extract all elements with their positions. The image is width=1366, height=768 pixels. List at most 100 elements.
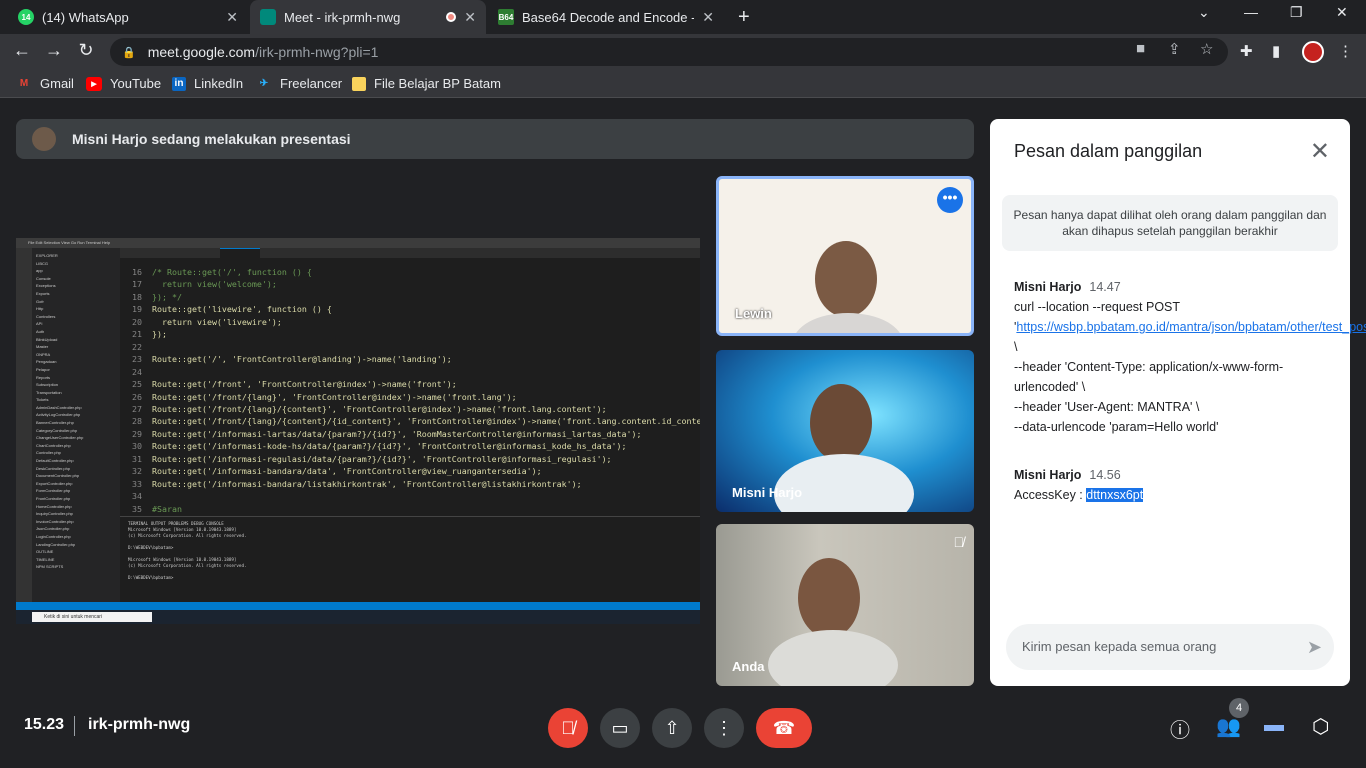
bookmark-label: Gmail <box>40 76 74 91</box>
explorer-item: JsonController.php <box>36 526 70 532</box>
leave-call-button[interactable]: ☎ <box>756 708 812 748</box>
participant-tile-lewin[interactable]: ••• Lewin <box>716 176 974 336</box>
chat-input[interactable]: Kirim pesan kepada semua orang <box>1006 624 1334 670</box>
participant-shoulders <box>774 454 914 512</box>
url-path: /irk-prmh-nwg?pli=1 <box>255 44 379 60</box>
line-number: 31 <box>132 453 142 464</box>
explorer-item: Exports <box>36 290 50 296</box>
send-icon[interactable]: ➤ <box>1307 637 1322 658</box>
message-line: \ <box>1014 340 1018 354</box>
more-options-button[interactable]: ⋮ <box>704 708 744 748</box>
message-link[interactable]: https://wsbp.bpbatam.go.id/mantra/json/b… <box>1016 320 1366 334</box>
explorer-item: HomeController.php <box>36 503 72 509</box>
camera-toggle-button[interactable]: ▭ <box>600 708 640 748</box>
b64-icon: B64 <box>498 9 514 25</box>
line-number: 20 <box>132 316 142 327</box>
extensions-icon[interactable]: ✚ <box>1240 42 1253 60</box>
explorer-item: Controller.php <box>36 450 61 456</box>
hang-up-icon: ☎ <box>772 717 796 738</box>
code-text: Route::get('/front/{lang}/{content}/{id_… <box>152 416 700 427</box>
code-text: Route::get('/front', 'FrontController@in… <box>152 379 457 390</box>
minimize-button[interactable]: — <box>1244 4 1258 20</box>
chat-button[interactable]: ▬ <box>1264 714 1284 737</box>
code-line: 20 return view('livewire'); <box>120 316 700 328</box>
menu-icon[interactable]: ⋮ <box>1338 42 1353 60</box>
address-bar[interactable]: 🔒 meet.google.com/irk-prmh-nwg?pli=1 <box>110 38 1228 66</box>
explorer-item: InquiryController.php <box>36 511 73 517</box>
people-icon: 👥 <box>1216 716 1241 738</box>
explorer-item: Tickets <box>36 397 49 403</box>
line-number: 28 <box>132 416 142 427</box>
explorer-item: LandingController.php <box>36 541 76 547</box>
meeting-info-button[interactable]: ⓘ <box>1170 714 1190 743</box>
code-line: 28 Route::get('/front/{lang}/{content}/{i… <box>120 415 700 427</box>
present-button[interactable]: ⇧ <box>652 708 692 748</box>
side-panel-icon[interactable]: ▮ <box>1272 42 1280 60</box>
forward-button[interactable]: → <box>42 40 66 61</box>
participant-tile-anda[interactable]: 🎙̸ Anda <box>716 524 974 686</box>
mic-off-icon: 🎙̸ <box>953 534 965 550</box>
bookmark-gmail[interactable]: M Gmail <box>16 76 74 91</box>
close-tab-icon[interactable]: ✕ <box>702 9 714 26</box>
code-line: 19 Route::get('livewire', function () { <box>120 303 700 315</box>
camera-indicator-icon[interactable]: ■ <box>1136 40 1145 57</box>
close-icon[interactable]: ✕ <box>1310 137 1330 166</box>
code-text: Route::get('/', 'FrontController@landing… <box>152 354 452 365</box>
new-tab-button[interactable]: + <box>738 6 750 29</box>
explorer-item: DefaultController.php <box>36 458 74 464</box>
explorer-item: DeskController.php <box>36 465 71 471</box>
youtube-icon: ▶ <box>86 76 102 91</box>
profile-avatar[interactable] <box>1302 41 1324 63</box>
reload-button[interactable]: ↻ <box>74 40 98 61</box>
whatsapp-icon: 14 <box>18 9 34 25</box>
code-line: 26 Route::get('/front/{lang}', 'FrontCont… <box>120 391 700 403</box>
explorer-item: LoginController.php <box>36 533 71 539</box>
message-line: AccessKey : <box>1014 488 1087 502</box>
participant-name: Lewin <box>735 306 772 321</box>
share-icon[interactable]: ⇪ <box>1168 40 1181 58</box>
bookmark-freelancer[interactable]: ✈ Freelancer <box>256 76 342 91</box>
restore-button[interactable]: ❐ <box>1290 4 1303 21</box>
present-screen-icon: ⇧ <box>664 717 680 738</box>
explorer-item: CategoryController.php <box>36 427 78 433</box>
code-line: 27 Route::get('/front/{lang}/{content}', … <box>120 403 700 415</box>
explorer-item: AdminDashController.php <box>36 404 82 410</box>
vscode-explorer: EXPLORER LIBCG app Console Exceptions Exports… <box>32 248 120 608</box>
message-sender: Misni Harjo <box>1014 468 1082 482</box>
highlighted-text[interactable]: dttnxsx6pt <box>1086 488 1144 502</box>
explorer-item: Exceptions <box>36 283 56 289</box>
close-tab-icon[interactable]: ✕ <box>226 9 238 26</box>
code-text: return view('welcome'); <box>152 279 277 290</box>
bookmark-star-icon[interactable]: ☆ <box>1200 40 1213 58</box>
explorer-item: DocumentController.php <box>36 473 80 479</box>
participant-video <box>810 384 872 462</box>
explorer-item: Pelapor <box>36 366 50 372</box>
bookmark-folder[interactable]: File Belajar BP Batam <box>352 76 501 91</box>
chat-message: Misni Harjo 14.47 curl --location --reque… <box>1014 277 1366 437</box>
bookmark-youtube[interactable]: ▶ YouTube <box>86 76 161 91</box>
chat-title: Pesan dalam panggilan <box>1014 141 1203 161</box>
lock-icon[interactable]: 🔒 <box>122 46 136 59</box>
line-number: 30 <box>132 441 142 452</box>
code-line: 16 /* Route::get('/', function () { <box>120 266 700 278</box>
participant-video <box>815 241 877 317</box>
line-number: 19 <box>132 304 142 315</box>
close-tab-icon[interactable]: ✕ <box>464 9 476 26</box>
code-line: 33 Route::get('/informasi-bandara/listakh… <box>120 478 700 490</box>
meet-control-bar: 15.23 irk-prmh-nwg 🎙̸ ▭ ⇧ ⋮ ☎ ⓘ 👥 ▬ ⬡ <box>0 698 1366 768</box>
code-text: Route::get('/informasi-kode-hs/data/{par… <box>152 441 627 452</box>
tab-search-icon[interactable]: ⌄ <box>1198 4 1210 21</box>
more-options-icon[interactable]: ••• <box>937 187 963 213</box>
mic-toggle-button[interactable]: 🎙̸ <box>548 708 588 748</box>
activities-button[interactable]: ⬡ <box>1312 714 1329 739</box>
tab-meet[interactable]: Meet - irk-prmh-nwg ✕ <box>250 0 486 34</box>
back-button[interactable]: ← <box>10 40 34 61</box>
participant-tile-misni[interactable]: Misni Harjo <box>716 350 974 512</box>
explorer-item: ONPRA <box>36 351 51 357</box>
tab-whatsapp[interactable]: 14 (14) WhatsApp ✕ <box>8 0 248 34</box>
url-host: meet.google.com <box>147 44 256 60</box>
close-window-button[interactable]: ✕ <box>1336 4 1348 21</box>
bookmark-linkedin[interactable]: in LinkedIn <box>172 76 243 91</box>
tab-base64[interactable]: B64 Base64 Decode and Encode - On ✕ <box>488 0 724 34</box>
explorer-item: Master <box>36 344 49 350</box>
